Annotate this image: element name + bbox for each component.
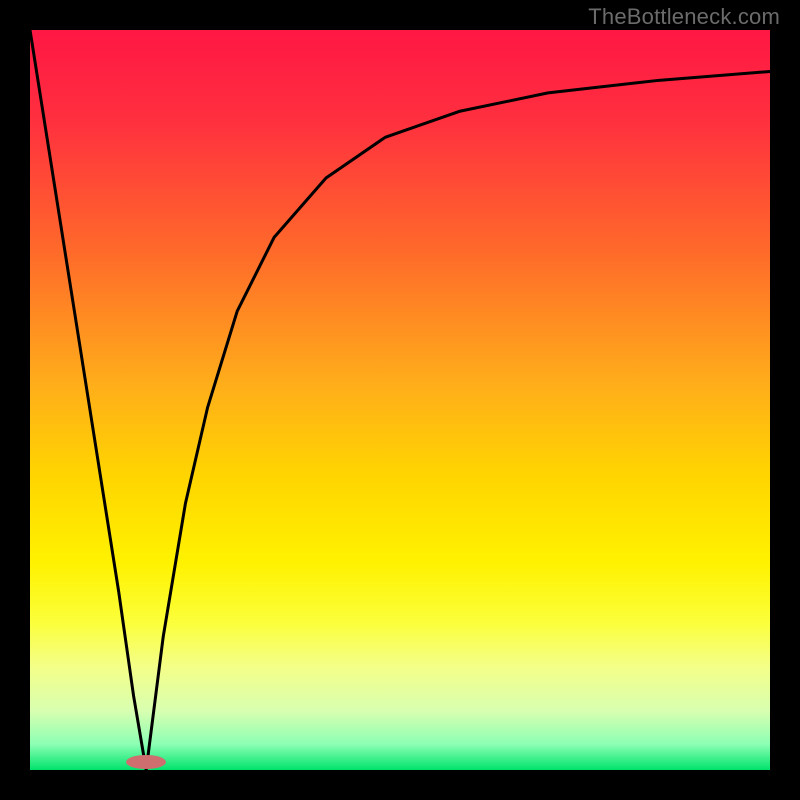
plot-svg (30, 30, 770, 770)
gradient-background (30, 30, 770, 770)
chart-frame: TheBottleneck.com (0, 0, 800, 800)
watermark-text: TheBottleneck.com (588, 4, 780, 30)
plot-area (30, 30, 770, 770)
optimal-marker (126, 755, 166, 769)
